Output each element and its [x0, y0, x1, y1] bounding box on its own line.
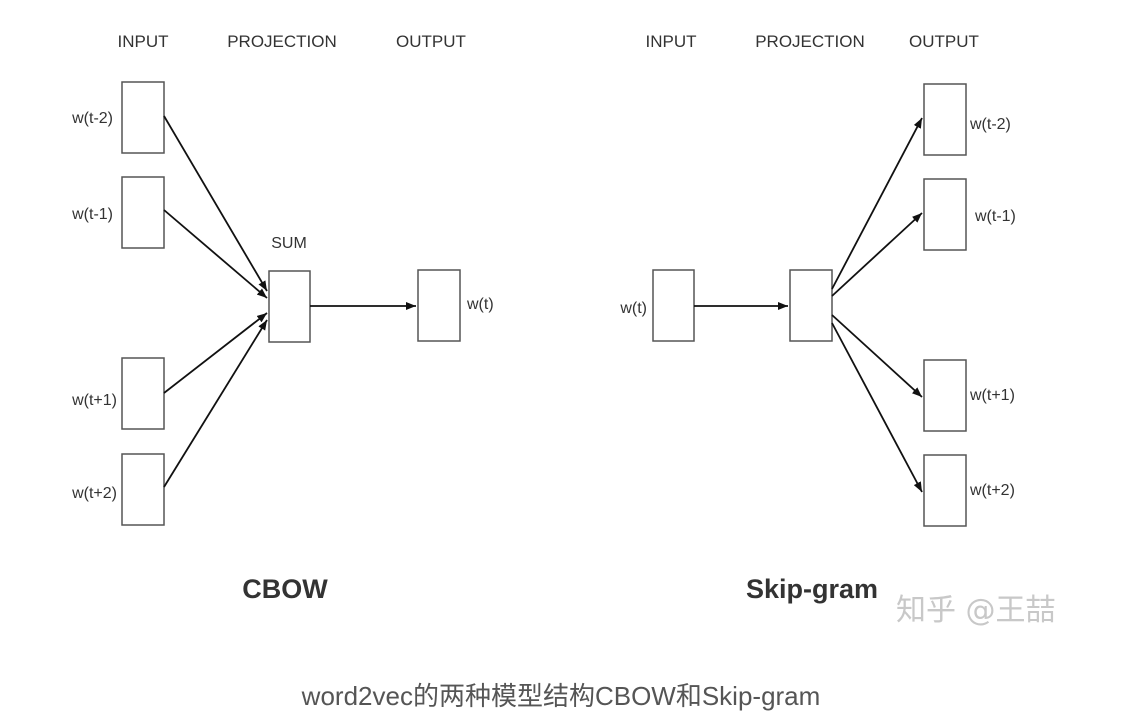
cbow-arrow [163, 209, 268, 299]
skipgram-output-box-t+2 [923, 454, 967, 527]
skipgram-arrow [831, 322, 923, 493]
cbow-input-label: w(t+2) [71, 485, 117, 502]
skipgram-arrow [831, 117, 923, 290]
skipgram-input-header: INPUT [646, 32, 697, 51]
cbow-arrow [163, 319, 268, 488]
cbow-arrow [163, 312, 268, 394]
cbow-projection-header: PROJECTION [227, 32, 337, 51]
skipgram-input-box [652, 269, 695, 342]
cbow-arrow [163, 115, 268, 292]
skipgram-output-label: w(t-1) [974, 208, 1016, 225]
skipgram-title: Skip-gram [746, 574, 878, 604]
skipgram-output-label: w(t-2) [969, 116, 1011, 133]
cbow-projection-box [268, 270, 311, 343]
cbow-output-label: w(t) [466, 296, 494, 313]
cbow-diagram: INPUT PROJECTION OUTPUT w(t-2) w(t-1) w(… [71, 32, 494, 604]
skipgram-arrow [831, 212, 923, 297]
cbow-title: CBOW [242, 574, 328, 604]
skipgram-output-box-t+1 [923, 359, 967, 432]
skipgram-output-box-t-2 [923, 83, 967, 156]
cbow-output-header: OUTPUT [396, 32, 466, 51]
skipgram-projection-box [789, 269, 833, 342]
cbow-input-label: w(t+1) [71, 392, 117, 409]
cbow-sum-label: SUM [271, 235, 307, 252]
skipgram-projection-header: PROJECTION [755, 32, 865, 51]
skipgram-arrow [831, 314, 923, 398]
cbow-input-box-t+2 [121, 453, 165, 526]
skipgram-diagram: INPUT PROJECTION OUTPUT w(t) w(t-2) w(t-… [619, 32, 1016, 604]
cbow-output-box [417, 269, 461, 342]
skipgram-output-label: w(t+2) [969, 482, 1015, 499]
cbow-input-box-t-2 [121, 81, 165, 154]
cbow-input-label: w(t-2) [71, 110, 113, 127]
skipgram-output-box-t-1 [923, 178, 967, 251]
skipgram-output-header: OUTPUT [909, 32, 979, 51]
word2vec-diagram: INPUT PROJECTION OUTPUT w(t-2) w(t-1) w(… [71, 32, 1056, 628]
cbow-input-box-t+1 [121, 357, 165, 430]
cbow-input-box-t-1 [121, 176, 165, 249]
figure-caption: word2vec的两种模型结构CBOW和Skip-gram [301, 681, 821, 711]
watermark: 知乎 @王喆 [896, 593, 1056, 628]
cbow-input-label: w(t-1) [71, 206, 113, 223]
skipgram-output-label: w(t+1) [969, 387, 1015, 404]
cbow-input-header: INPUT [118, 32, 169, 51]
skipgram-input-label: w(t) [619, 300, 647, 317]
